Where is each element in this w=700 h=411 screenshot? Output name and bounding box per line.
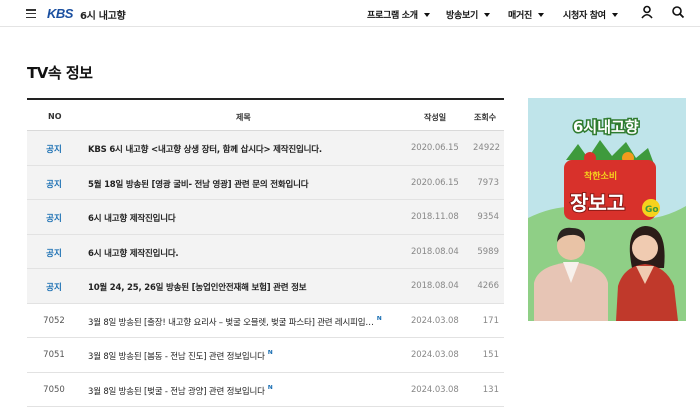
chevron-down-icon xyxy=(423,12,430,17)
chevron-down-icon xyxy=(483,12,490,17)
column-header-views: 조회수 xyxy=(474,113,497,122)
row-date: 2024.03.08 xyxy=(411,350,459,360)
page-title: TV속 정보 xyxy=(27,64,93,82)
svg-text:착한소비: 착한소비 xyxy=(584,170,617,182)
row-views: 4266 xyxy=(477,281,499,291)
row-title-text: 6시 내고향 제작진입니다 xyxy=(88,214,176,224)
new-badge-icon: N xyxy=(267,350,273,356)
table-row-notice[interactable]: 공지 6시 내고향 제작진입니다. 2018.08.04 5989 xyxy=(27,234,504,269)
chevron-down-icon xyxy=(611,12,618,17)
program-logo-art: 6시내고향 xyxy=(572,117,641,138)
site-header: KBS 6시 내고향 프로그램 소개 방송보기 매거진 시청자 참여 xyxy=(0,0,700,27)
program-name[interactable]: 6시 내고향 xyxy=(80,7,126,22)
promo-banner[interactable]: 6시내고향 착한소비 장보고 Go xyxy=(528,98,686,321)
nav-watch[interactable]: 방송보기 xyxy=(446,8,490,21)
new-badge-icon: N xyxy=(376,315,382,322)
row-date: 2024.03.08 xyxy=(411,384,459,395)
hamburger-menu-icon[interactable] xyxy=(26,9,36,19)
table-row[interactable]: 7051 3월 8일 방송된 [봄동 - 전남 진도] 관련 정보입니다 N 2024… xyxy=(27,338,504,373)
row-views: 151 xyxy=(482,350,499,360)
row-views: 7973 xyxy=(477,177,499,188)
row-number: 공지 xyxy=(46,283,62,293)
row-title-link[interactable]: 3월 8일 방송된 [봄동 - 전남 진도] 관련 정보입니다 N xyxy=(88,350,398,362)
nav-label: 매거진 xyxy=(508,11,532,21)
row-views: 131 xyxy=(482,384,499,395)
row-title-text: 5월 18일 방송된 [영광 굴비- 전남 영광] 관련 문의 전화입니다 xyxy=(88,179,309,190)
nav-magazine[interactable]: 매거진 xyxy=(508,8,544,21)
table-row-notice[interactable]: 공지 6시 내고향 제작진입니다 2018.11.08 9354 xyxy=(27,200,504,235)
new-badge-icon: N xyxy=(267,384,273,391)
row-title-link[interactable]: 3월 8일 방송된 [출장! 내고향 요리사 – 벚굴 오믈렛, 벚굴 파스타]… xyxy=(88,316,398,328)
row-date: 2018.08.04 xyxy=(411,281,459,291)
table-body: 공지 KBS 6시 내고향 <내고향 상생 장터, 함께 삽시다> 제작진입니다.… xyxy=(27,131,504,407)
column-header-date: 작성일 xyxy=(424,113,447,122)
row-title-link[interactable]: 3월 8일 방송된 [벚굴 - 전남 광양] 관련 정보입니다 N xyxy=(88,385,398,397)
svg-text:6시내고향: 6시내고향 xyxy=(573,118,639,136)
row-views: 24922 xyxy=(473,143,501,153)
row-title-text: 10월 24, 25, 26일 방송된 [농업인안전재해 보험] 관련 정보 xyxy=(88,283,307,293)
chevron-down-icon xyxy=(537,12,544,17)
row-title-text: 3월 8일 방송된 [봄동 - 전남 진도] 관련 정보입니다 xyxy=(88,352,265,362)
row-views: 9354 xyxy=(477,212,499,222)
row-number: 7051 xyxy=(43,350,65,360)
svg-text:장보고: 장보고 xyxy=(570,191,625,215)
table-row[interactable]: 7050 3월 8일 방송된 [벚굴 - 전남 광양] 관련 정보입니다 N 2024… xyxy=(27,373,504,407)
row-number: 공지 xyxy=(46,214,62,224)
svg-text:Go: Go xyxy=(645,205,659,215)
row-date: 2024.03.08 xyxy=(411,315,459,326)
row-number: 공지 xyxy=(46,179,62,190)
row-title-link[interactable]: KBS 6시 내고향 <내고향 상생 장터, 함께 삽시다> 제작진입니다. xyxy=(88,143,398,155)
row-title-text: KBS 6시 내고향 <내고향 상생 장터, 함께 삽시다> 제작진입니다. xyxy=(88,145,322,155)
promo-banner-art: 6시내고향 착한소비 장보고 Go xyxy=(528,98,686,321)
table-row[interactable]: 7052 3월 8일 방송된 [출장! 내고향 요리사 – 벚굴 오믈렛, 벚굴 … xyxy=(27,304,504,338)
column-header-no: NO xyxy=(48,112,62,121)
row-number: 공지 xyxy=(46,145,62,155)
row-title-link[interactable]: 6시 내고향 제작진입니다 xyxy=(88,212,398,224)
table-header: NO 제목 작성일 조회수 xyxy=(27,98,504,131)
table-row-notice[interactable]: 공지 5월 18일 방송된 [영광 굴비- 전남 영광] 관련 문의 전화입니다 2… xyxy=(27,165,504,200)
user-icon[interactable] xyxy=(640,5,654,19)
row-number: 7052 xyxy=(43,315,65,326)
row-title-link[interactable]: 6시 내고향 제작진입니다. xyxy=(88,247,398,259)
row-date: 2018.11.08 xyxy=(411,212,459,222)
table-row-notice[interactable]: 공지 KBS 6시 내고향 <내고향 상생 장터, 함께 삽시다> 제작진입니다.… xyxy=(27,131,504,166)
row-title-text: 6시 내고향 제작진입니다. xyxy=(88,248,179,259)
search-icon[interactable] xyxy=(671,5,685,19)
nav-program-intro[interactable]: 프로그램 소개 xyxy=(367,8,430,21)
row-date: 2020.06.15 xyxy=(411,143,459,153)
column-header-title: 제목 xyxy=(236,113,251,122)
table-row-notice[interactable]: 공지 10월 24, 25, 26일 방송된 [농업인안전재해 보험] 관련 정보… xyxy=(27,269,504,304)
nav-viewer-participation[interactable]: 시청자 참여 xyxy=(563,8,618,21)
nav-label: 시청자 참여 xyxy=(563,11,606,21)
row-number: 7050 xyxy=(43,384,65,395)
nav-label: 프로그램 소개 xyxy=(367,11,418,21)
row-date: 2018.08.04 xyxy=(411,246,459,257)
row-title-link[interactable]: 10월 24, 25, 26일 방송된 [농업인안전재해 보험] 관련 정보 xyxy=(88,281,398,293)
row-views: 171 xyxy=(482,315,499,326)
row-title-link[interactable]: 5월 18일 방송된 [영광 굴비- 전남 영광] 관련 문의 전화입니다 xyxy=(88,178,398,190)
info-board-table: NO 제목 작성일 조회수 공지 KBS 6시 내고향 <내고향 상생 장터, 함… xyxy=(27,98,504,407)
row-title-text: 3월 8일 방송된 [출장! 내고향 요리사 – 벚굴 오믈렛, 벚굴 파스타]… xyxy=(88,317,374,328)
row-title-text: 3월 8일 방송된 [벚굴 - 전남 광양] 관련 정보입니다 xyxy=(88,386,265,397)
row-views: 5989 xyxy=(477,246,499,257)
row-number: 공지 xyxy=(46,248,62,259)
nav-label: 방송보기 xyxy=(446,11,478,21)
row-date: 2020.06.15 xyxy=(411,177,459,188)
kbs-logo[interactable]: KBS xyxy=(47,6,73,21)
